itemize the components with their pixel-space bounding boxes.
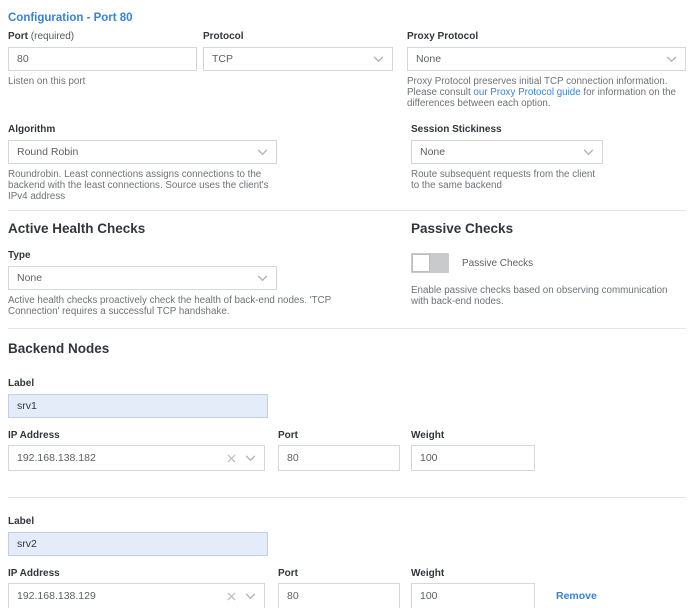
node-ip-select[interactable]: 192.168.138.182 <box>8 445 265 471</box>
session-stickiness-label: Session Stickiness <box>411 124 603 136</box>
active-health-checks-section: Active Health Checks Type None Active he… <box>8 221 411 317</box>
proxy-protocol-select[interactable]: None <box>407 47 686 71</box>
session-stickiness-field-group: Session Stickiness None Route subsequent… <box>411 124 603 191</box>
proxy-protocol-select-value: None <box>416 53 441 65</box>
passive-checks-heading: Passive Checks <box>411 221 686 237</box>
node-weight-input[interactable] <box>411 583 535 608</box>
session-stickiness-select-value: None <box>420 146 445 158</box>
node-ip-select-value: 192.168.138.129 <box>17 590 96 602</box>
session-stickiness-select[interactable]: None <box>411 140 603 164</box>
active-health-checks-helper-text: Active health checks proactively check t… <box>8 295 353 317</box>
algorithm-field-group: Algorithm Round Robin Roundrobin. Least … <box>8 124 277 202</box>
backend-node-1: Label IP Address 192.168.138.182 <box>8 378 686 471</box>
algorithm-select[interactable]: Round Robin <box>8 140 277 164</box>
node-weight-label: Weight <box>411 430 535 442</box>
node-port-label: Port <box>278 568 400 580</box>
chevron-down-icon <box>373 56 384 63</box>
node-label-label: Label <box>8 378 268 390</box>
health-check-type-field-group: Type None <box>8 250 277 290</box>
protocol-field-group: Protocol TCP <box>203 31 393 71</box>
node-weight-input[interactable] <box>411 445 535 471</box>
passive-checks-section: Passive Checks Passive Checks Enable pas… <box>411 221 686 307</box>
node-divider <box>8 497 686 498</box>
health-check-type-label: Type <box>8 250 277 262</box>
node-ip-label: IP Address <box>8 568 265 580</box>
health-checks-row: Active Health Checks Type None Active he… <box>8 221 686 317</box>
node-label-label: Label <box>8 516 268 528</box>
chevron-down-icon[interactable] <box>245 455 256 462</box>
node-ip-label: IP Address <box>8 430 265 442</box>
port-required-text: (required) <box>31 31 74 42</box>
port-label: Port (required) <box>8 31 197 43</box>
x-clear-icon[interactable] <box>227 592 236 601</box>
node-weight-field-group: Weight <box>411 430 535 471</box>
port-label-text: Port <box>8 31 28 42</box>
passive-checks-toggle-label: Passive Checks <box>462 258 533 269</box>
proxy-protocol-helper-text: Proxy Protocol preserves initial TCP con… <box>407 76 686 109</box>
node-port-field-group: Port <box>278 568 400 608</box>
active-health-checks-heading: Active Health Checks <box>8 221 411 237</box>
node-label-input[interactable] <box>8 394 268 418</box>
chevron-down-icon <box>666 56 677 63</box>
health-check-type-select[interactable]: None <box>8 266 277 290</box>
port-input[interactable] <box>8 47 197 71</box>
node-ip-field-group: IP Address 192.168.138.182 <box>8 430 265 471</box>
toggle-knob <box>412 254 430 272</box>
node-label-field-group: Label <box>8 516 268 556</box>
proxy-protocol-field-group: Proxy Protocol None Proxy Protocol prese… <box>407 31 686 109</box>
passive-checks-helper-text: Enable passive checks based on observing… <box>411 285 686 307</box>
remove-node-button[interactable]: Remove <box>556 590 597 602</box>
protocol-label: Protocol <box>203 31 393 43</box>
proxy-protocol-guide-link[interactable]: our Proxy Protocol guide <box>473 87 580 98</box>
node-port-field-group: Port <box>278 430 400 471</box>
proxy-protocol-label: Proxy Protocol <box>407 31 686 43</box>
node-weight-label: Weight <box>411 568 535 580</box>
protocol-select-value: TCP <box>212 53 233 65</box>
node-label-input[interactable] <box>8 532 268 556</box>
passive-checks-toggle[interactable] <box>411 253 449 273</box>
algorithm-select-value: Round Robin <box>17 146 78 158</box>
algorithm-helper-text: Roundrobin. Least connections assigns co… <box>8 169 277 202</box>
node-weight-field-group: Weight <box>411 568 535 608</box>
node-port-input[interactable] <box>278 445 400 471</box>
passive-checks-toggle-row: Passive Checks <box>411 253 686 273</box>
health-check-type-select-value: None <box>17 272 42 284</box>
node-label-field-group: Label <box>8 378 268 418</box>
chevron-down-icon[interactable] <box>245 593 256 600</box>
chevron-down-icon <box>257 149 268 156</box>
chevron-down-icon <box>583 149 594 156</box>
section-divider <box>8 328 686 329</box>
node-ip-field-group: IP Address 192.168.138.129 <box>8 568 265 608</box>
node-address-row: IP Address 192.168.138.129 Port <box>8 568 686 608</box>
port-protocol-row: Port (required) Listen on this port Prot… <box>8 31 686 109</box>
session-stickiness-helper-text: Route subsequent requests from the clien… <box>411 169 603 191</box>
x-clear-icon[interactable] <box>227 454 236 463</box>
node-ip-select-value: 192.168.138.182 <box>17 452 96 464</box>
node-port-label: Port <box>278 430 400 442</box>
node-ip-select[interactable]: 192.168.138.129 <box>8 583 265 608</box>
section-divider <box>8 210 686 211</box>
node-address-row: IP Address 192.168.138.182 Port <box>8 430 686 471</box>
chevron-down-icon <box>257 275 268 282</box>
backend-node-2: Label IP Address 192.168.138.129 <box>8 516 686 608</box>
backend-nodes-heading: Backend Nodes <box>8 341 686 357</box>
protocol-select[interactable]: TCP <box>203 47 393 71</box>
node-port-input[interactable] <box>278 583 400 608</box>
algorithm-label: Algorithm <box>8 124 277 136</box>
port-helper-text: Listen on this port <box>8 76 197 87</box>
algorithm-stickiness-row: Algorithm Round Robin Roundrobin. Least … <box>8 124 686 202</box>
port-field-group: Port (required) Listen on this port <box>8 31 197 87</box>
nodebalancer-config-panel: Configuration - Port 80 Port (required) … <box>0 0 694 608</box>
config-title-link[interactable]: Configuration - Port 80 <box>8 11 133 25</box>
